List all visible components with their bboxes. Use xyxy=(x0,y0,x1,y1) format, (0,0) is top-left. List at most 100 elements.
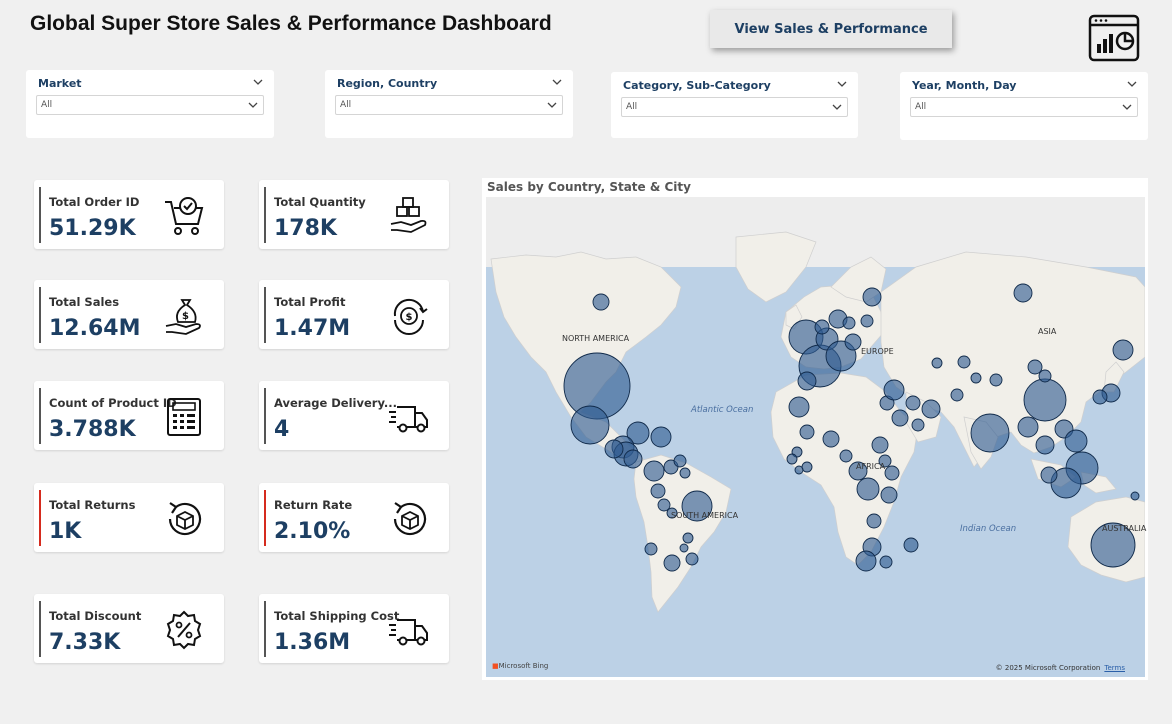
sales-bubble[interactable] xyxy=(679,543,689,553)
sales-bubble[interactable] xyxy=(644,542,658,556)
sales-bubble[interactable] xyxy=(1112,339,1134,361)
world-map[interactable]: NORTH AMERICA SOUTH AMERICA ASIA AFRICA … xyxy=(486,197,1147,677)
sales-bubble[interactable] xyxy=(1013,283,1033,303)
svg-text:$: $ xyxy=(182,311,189,322)
sales-bubble[interactable] xyxy=(855,550,877,572)
sales-bubble[interactable] xyxy=(673,454,687,468)
sales-bubble[interactable] xyxy=(1040,466,1058,484)
sales-bubble[interactable] xyxy=(970,413,1010,453)
svg-text:$: $ xyxy=(406,312,413,323)
label-africa: AFRICA xyxy=(856,462,886,471)
kpi-count-product-id: Count of Product ID 3.788K xyxy=(34,381,224,450)
sales-bubble[interactable] xyxy=(1130,491,1140,501)
sales-bubble[interactable] xyxy=(1023,378,1067,422)
shipping-truck-icon xyxy=(389,619,428,646)
sales-bubble[interactable] xyxy=(931,357,943,369)
region-country-dropdown[interactable]: All xyxy=(335,95,563,115)
label-asia: ASIA xyxy=(1038,327,1057,336)
sales-bubble[interactable] xyxy=(643,460,665,482)
boxes-in-hand-icon xyxy=(390,197,427,233)
sales-bubble[interactable] xyxy=(957,355,971,369)
chevron-down-icon[interactable] xyxy=(1126,78,1138,90)
kpi-total-shipping-cost: Total Shipping Cost 1.36M xyxy=(259,594,449,663)
sales-bubble[interactable] xyxy=(650,483,666,499)
market-dropdown[interactable]: All xyxy=(36,95,264,115)
dashboard-report-icon xyxy=(1088,14,1140,62)
chevron-down-icon[interactable] xyxy=(551,76,563,88)
sales-bubble[interactable] xyxy=(797,371,817,391)
sales-bubble[interactable] xyxy=(788,396,810,418)
sales-bubble[interactable] xyxy=(950,388,964,402)
sales-bubble[interactable] xyxy=(679,467,691,479)
sales-bubble[interactable] xyxy=(801,461,813,473)
sales-bubble[interactable] xyxy=(1092,389,1108,405)
sales-bubble[interactable] xyxy=(1038,369,1052,383)
sales-bubble[interactable] xyxy=(989,373,1003,387)
sales-bubble[interactable] xyxy=(871,436,889,454)
label-australia: AUSTRALIA xyxy=(1102,524,1147,533)
sales-bubble[interactable] xyxy=(814,319,830,335)
sales-bubble[interactable] xyxy=(839,449,853,463)
sales-bubble[interactable] xyxy=(903,537,919,553)
sales-bubble[interactable] xyxy=(570,405,610,445)
category-dropdown[interactable]: All xyxy=(621,97,848,117)
sales-bubble[interactable] xyxy=(822,430,840,448)
sales-bubble[interactable] xyxy=(844,333,862,351)
slicer-category: Category, Sub-Category All xyxy=(611,72,858,138)
shopping-cart-check-icon xyxy=(165,197,204,235)
sales-bubble[interactable] xyxy=(842,316,856,330)
sales-bubble[interactable] xyxy=(1027,359,1043,375)
sales-bubble[interactable] xyxy=(592,293,610,311)
sales-bubble[interactable] xyxy=(891,409,909,427)
label-north-america: NORTH AMERICA xyxy=(562,334,630,343)
sales-bubble[interactable] xyxy=(682,532,694,544)
label-atlantic-ocean: Atlantic Ocean xyxy=(691,405,754,415)
page-title: Global Super Store Sales & Performance D… xyxy=(30,12,552,35)
slicer-label: Market xyxy=(38,77,82,90)
chevron-down-icon xyxy=(248,102,258,108)
sales-bubble[interactable] xyxy=(862,287,882,307)
return-box-icon xyxy=(168,502,202,536)
sales-bubble[interactable] xyxy=(604,439,624,459)
sales-bubble[interactable] xyxy=(970,372,982,384)
sales-bubble[interactable] xyxy=(1064,429,1088,453)
view-sales-performance-button[interactable]: View Sales & Performance xyxy=(710,10,952,48)
slicer-region-country: Region, Country All xyxy=(325,70,573,138)
chevron-down-icon[interactable] xyxy=(836,78,848,90)
date-dropdown[interactable]: All xyxy=(910,97,1138,117)
sales-bubble[interactable] xyxy=(856,477,880,501)
bing-logo: ■Microsoft Bing xyxy=(492,662,549,670)
sales-bubble[interactable] xyxy=(650,426,672,448)
sales-bubble[interactable] xyxy=(663,554,681,572)
sales-bubble[interactable] xyxy=(880,486,898,504)
chevron-down-icon[interactable] xyxy=(252,76,264,88)
sales-bubble[interactable] xyxy=(883,379,905,401)
world-map-svg[interactable] xyxy=(486,197,1146,677)
chevron-down-icon xyxy=(1122,104,1132,110)
sales-bubble[interactable] xyxy=(866,513,882,529)
label-south-america: SOUTH AMERICA xyxy=(671,511,739,520)
sales-bubble[interactable] xyxy=(1017,416,1039,438)
kpi-total-sales: Total Sales 12.64M $ xyxy=(34,280,224,349)
sales-bubble[interactable] xyxy=(1035,435,1055,455)
discount-badge-icon xyxy=(166,610,202,650)
sales-bubble[interactable] xyxy=(884,465,900,481)
calculator-icon xyxy=(167,398,201,436)
terms-link[interactable]: Terms xyxy=(1104,664,1125,672)
money-bag-hand-icon: $ xyxy=(165,299,201,335)
sales-bubble[interactable] xyxy=(860,314,874,328)
sales-bubble[interactable] xyxy=(905,395,921,411)
slicer-label: Year, Month, Day xyxy=(912,79,1017,92)
sales-bubble[interactable] xyxy=(879,555,893,569)
sales-bubble[interactable] xyxy=(799,424,815,440)
kpi-total-returns: Total Returns 1K xyxy=(34,483,224,552)
sales-bubble[interactable] xyxy=(786,453,798,465)
sales-bubble[interactable] xyxy=(911,418,925,432)
sales-bubble[interactable] xyxy=(685,552,699,566)
sales-bubble[interactable] xyxy=(794,465,804,475)
map-copyright: © 2025 Microsoft Corporation Terms xyxy=(995,664,1125,672)
sales-bubble[interactable] xyxy=(921,399,941,419)
slicer-label: Region, Country xyxy=(337,77,438,90)
sales-bubble[interactable] xyxy=(623,449,643,469)
return-box-icon xyxy=(393,502,427,536)
